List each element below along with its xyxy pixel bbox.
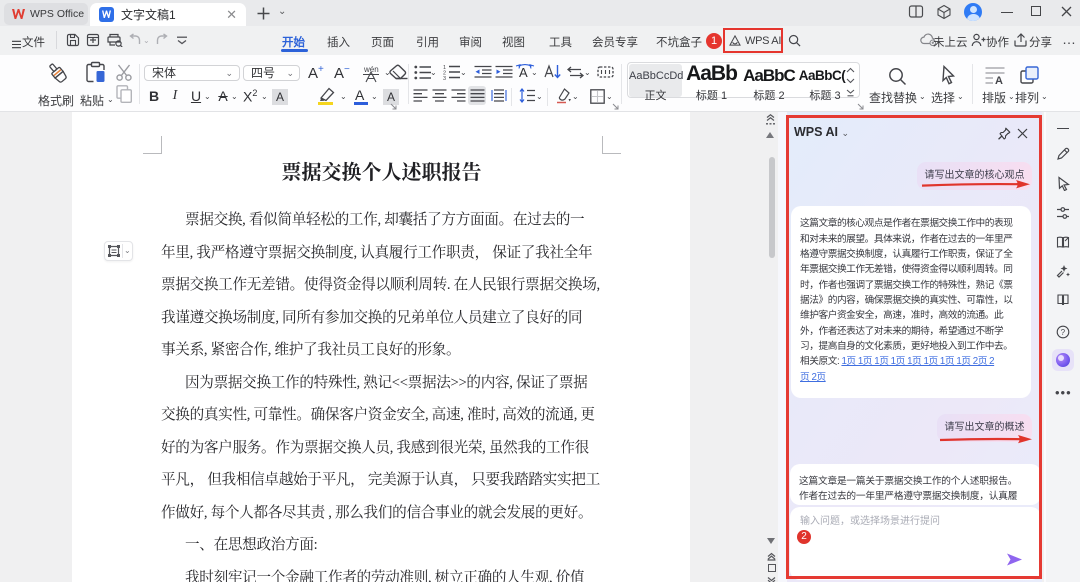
svg-text:?: ?	[1061, 328, 1066, 337]
svg-text:A: A	[519, 65, 528, 80]
svg-text:A: A	[995, 75, 1003, 84]
svg-text:3: 3	[443, 76, 446, 80]
